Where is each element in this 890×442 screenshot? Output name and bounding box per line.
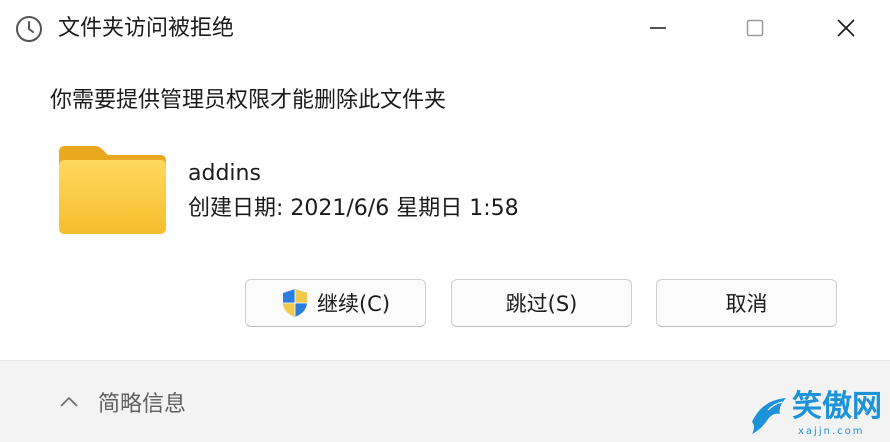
folder-access-denied-dialog: 文件夹访问被拒绝 你需要提供管理员权限才能删除此文件夹 addins 创建日期:… — [0, 0, 890, 442]
close-icon — [837, 19, 855, 37]
cancel-label: 取消 — [725, 292, 768, 316]
minimize-icon — [650, 27, 666, 29]
file-name: addins — [188, 161, 261, 186]
watermark-text: 笑傲网 — [792, 389, 882, 424]
skip-button[interactable]: 跳过(S) — [451, 279, 632, 327]
clock-icon — [16, 16, 42, 42]
title-bar: 文件夹访问被拒绝 — [0, 0, 890, 58]
skip-label: 跳过(S) — [505, 292, 578, 316]
maximize-icon — [746, 19, 764, 37]
fewer-details-toggle[interactable]: 简略信息 — [98, 389, 186, 421]
continue-button[interactable]: 继续(C) — [245, 279, 426, 327]
file-created-date: 创建日期: 2021/6/6 星期日 1:58 — [188, 196, 519, 221]
shark-logo-icon — [752, 398, 786, 434]
watermark-url: xajjn.com — [798, 426, 865, 437]
minimize-button[interactable] — [634, 6, 682, 50]
folder-icon — [59, 146, 166, 234]
permission-message: 你需要提供管理员权限才能删除此文件夹 — [50, 88, 447, 113]
chevron-up-icon[interactable] — [58, 394, 80, 410]
maximize-button[interactable] — [731, 6, 779, 50]
close-button[interactable] — [822, 6, 870, 50]
cancel-button[interactable]: 取消 — [656, 279, 837, 327]
window-title: 文件夹访问被拒绝 — [58, 16, 235, 41]
watermark-logo: 笑傲网 xajjn.com — [748, 388, 890, 442]
uac-shield-icon — [282, 289, 307, 317]
continue-label: 继续(C) — [316, 292, 391, 316]
